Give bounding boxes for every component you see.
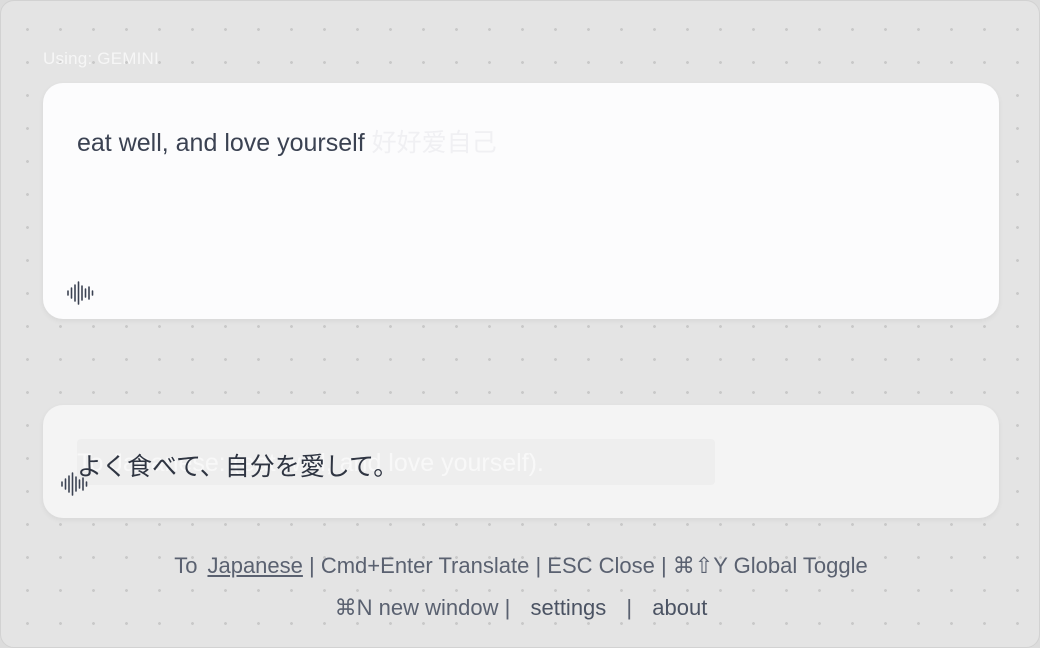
target-language-link[interactable]: Japanese: [207, 553, 302, 578]
about-link[interactable]: about: [652, 595, 707, 620]
input-ghost-text: 好好爱自己: [371, 129, 497, 157]
provider-label: Using: GEMINI: [43, 49, 159, 68]
output-card: To Japanese: (eat well, and love yoursel…: [43, 405, 999, 518]
input-card[interactable]: eat well, and love yourself 好好爱自己: [43, 83, 999, 319]
shortcut-bar: To Japanese | Cmd+Enter Translate | ESC C…: [1, 553, 1040, 579]
sound-wave-icon[interactable]: [59, 471, 89, 502]
input-field[interactable]: eat well, and love yourself 好好爱自己: [77, 123, 497, 159]
footer-links: ⌘N new window | settings | about: [1, 595, 1040, 621]
shortcuts-text: | Cmd+Enter Translate | ESC Close | ⌘⇧Y …: [309, 553, 868, 578]
to-label: To: [174, 553, 198, 578]
translator-window: Using: GEMINI eat well, and love yoursel…: [0, 0, 1040, 648]
input-text: eat well, and love yourself: [77, 129, 365, 157]
footer-separator: |: [626, 595, 633, 620]
new-window-shortcut: ⌘N new window |: [334, 595, 511, 620]
settings-link[interactable]: settings: [530, 595, 606, 620]
sound-wave-icon[interactable]: [65, 280, 95, 311]
output-text: よく食べて、自分を愛して。: [77, 453, 399, 481]
